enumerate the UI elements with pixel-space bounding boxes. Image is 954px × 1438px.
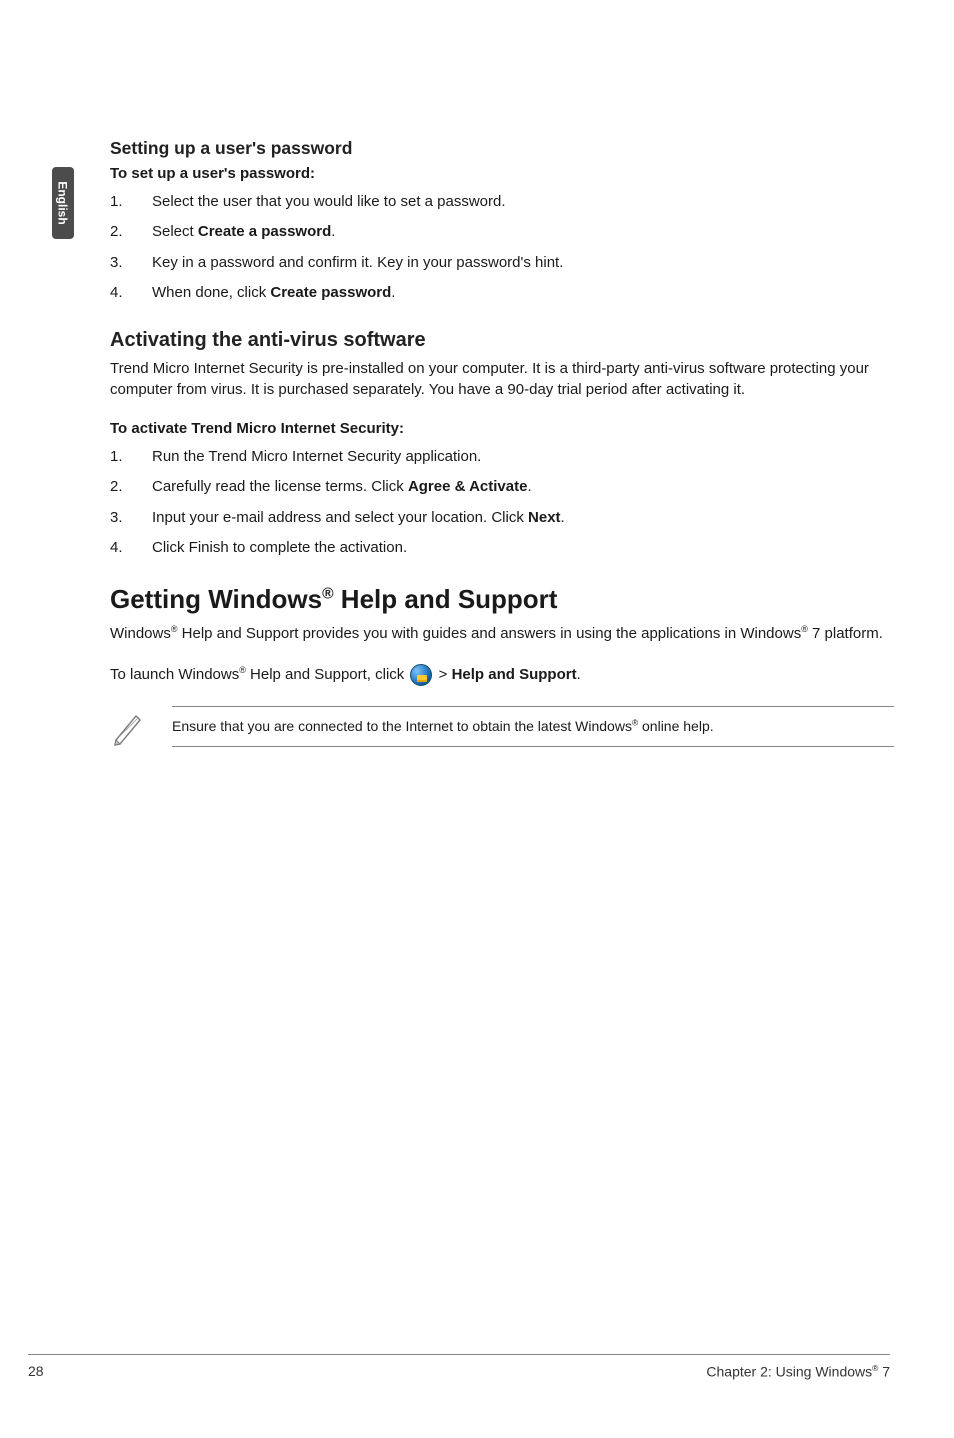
step-number: 2.: [110, 222, 152, 242]
list-item: 2. Select Create a password.: [110, 222, 894, 242]
list-item: 3. Key in a password and confirm it. Key…: [110, 253, 894, 273]
antivirus-steps-list: 1. Run the Trend Micro Internet Security…: [110, 447, 894, 558]
help-support-launch-line: To launch Windows® Help and Support, cli…: [110, 664, 894, 686]
note-text: Ensure that you are connected to the Int…: [172, 706, 894, 747]
section-setting-password-lead: To set up a user's password:: [110, 165, 894, 182]
step-text: Select Create a password.: [152, 222, 894, 242]
step-text: Click Finish to complete the activation.: [152, 538, 894, 558]
step-text: When done, click Create password.: [152, 283, 894, 303]
step-text: Run the Trend Micro Internet Security ap…: [152, 447, 894, 467]
step-number: 1.: [110, 192, 152, 212]
step-text: Input your e-mail address and select you…: [152, 508, 894, 528]
page-number: 28: [28, 1363, 44, 1380]
antivirus-paragraph: Trend Micro Internet Security is pre-ins…: [110, 358, 894, 400]
windows-start-icon: [410, 664, 432, 686]
language-tab-label: English: [56, 181, 70, 224]
antivirus-lead: To activate Trend Micro Internet Securit…: [110, 420, 894, 437]
page-content: Setting up a user's password To set up a…: [110, 138, 894, 767]
step-number: 2.: [110, 477, 152, 497]
step-number: 3.: [110, 253, 152, 273]
chapter-label: Chapter 2: Using Windows® 7: [706, 1363, 890, 1380]
step-number: 1.: [110, 447, 152, 467]
list-item: 1. Select the user that you would like t…: [110, 192, 894, 212]
section-antivirus-heading: Activating the anti-virus software: [110, 329, 894, 352]
page-footer: 28 Chapter 2: Using Windows® 7: [28, 1354, 890, 1380]
pencil-icon: [110, 706, 148, 746]
step-text: Key in a password and confirm it. Key in…: [152, 253, 894, 273]
list-item: 4. When done, click Create password.: [110, 283, 894, 303]
list-item: 2. Carefully read the license terms. Cli…: [110, 477, 894, 497]
step-text: Select the user that you would like to s…: [152, 192, 894, 212]
step-number: 4.: [110, 538, 152, 558]
step-number: 4.: [110, 283, 152, 303]
language-tab: English: [52, 167, 74, 239]
help-support-title: Getting Windows® Help and Support: [110, 584, 894, 615]
step-text: Carefully read the license terms. Click …: [152, 477, 894, 497]
step-number: 3.: [110, 508, 152, 528]
list-item: 3. Input your e-mail address and select …: [110, 508, 894, 528]
list-item: 4. Click Finish to complete the activati…: [110, 538, 894, 558]
help-support-paragraph: Windows® Help and Support provides you w…: [110, 623, 894, 644]
note-block: Ensure that you are connected to the Int…: [110, 706, 894, 747]
password-steps-list: 1. Select the user that you would like t…: [110, 192, 894, 303]
section-setting-password-heading: Setting up a user's password: [110, 138, 894, 159]
list-item: 1. Run the Trend Micro Internet Security…: [110, 447, 894, 467]
